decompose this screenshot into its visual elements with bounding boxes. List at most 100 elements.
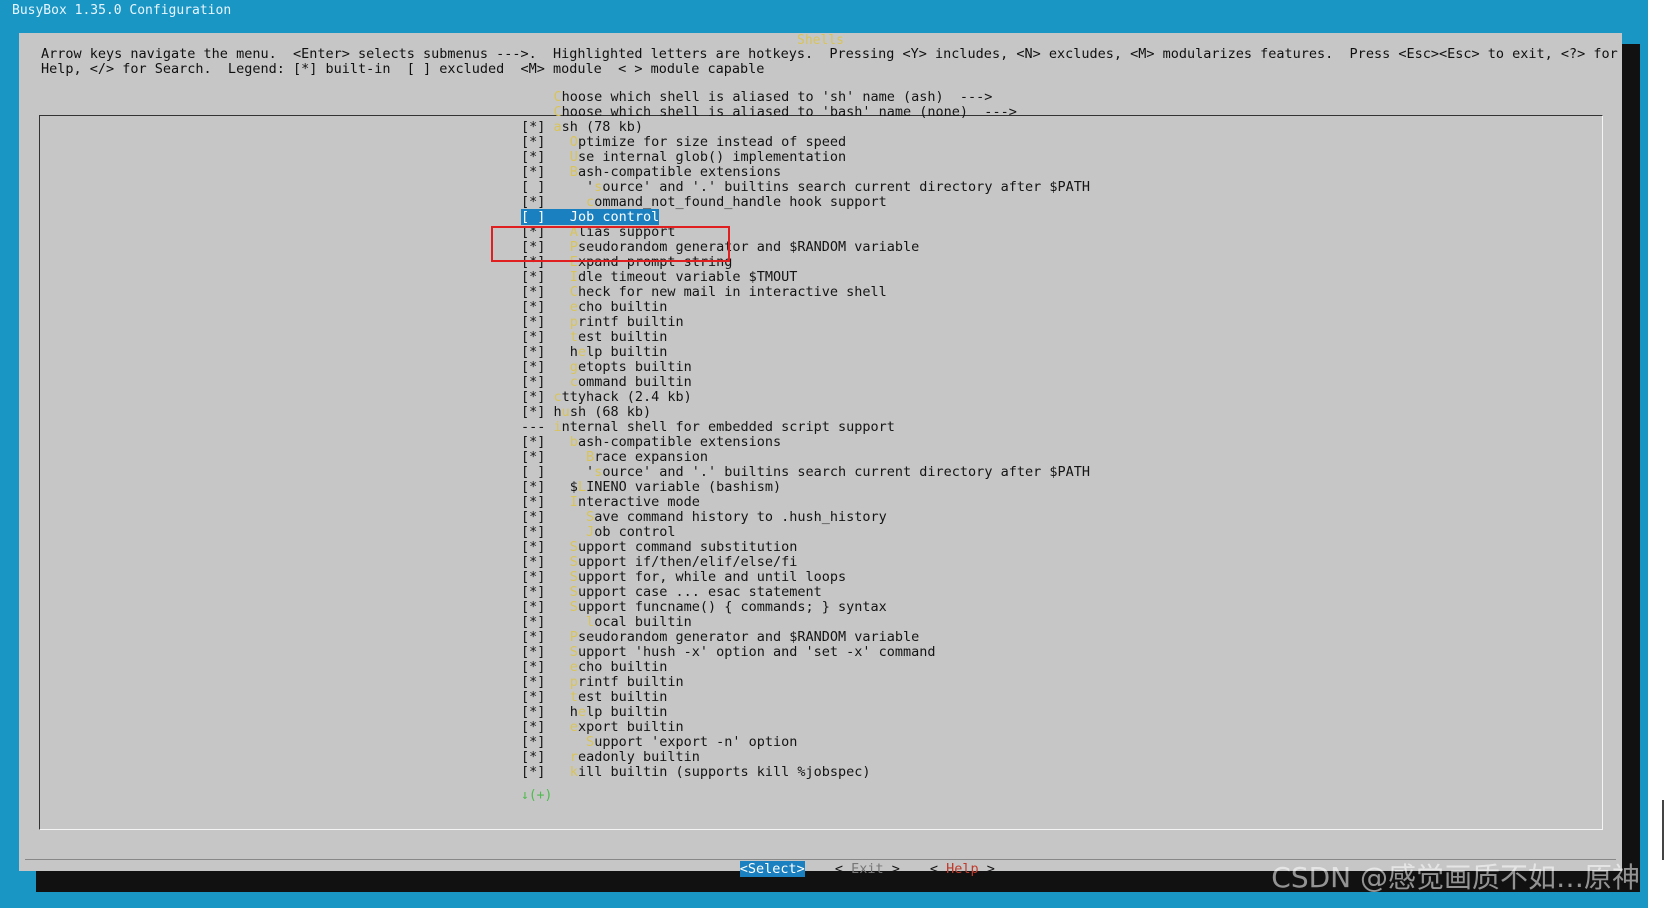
menu-item-hotkey: e (577, 344, 587, 360)
menu-item-hotkey: S (586, 734, 595, 750)
menu-item-indent (554, 524, 587, 540)
menu-item-cell: [*] Use internal glob() implementation (521, 149, 846, 165)
menu-item-mark: [*] (521, 569, 546, 585)
menu-item-indent (554, 509, 587, 525)
menu-item-label: sh (78 kb) (561, 119, 643, 135)
help-button[interactable]: < Help > (930, 861, 995, 877)
menu-item[interactable]: --- internal shell for embedded script s… (521, 420, 1090, 435)
menu-item[interactable]: [*] printf builtin (521, 675, 1090, 690)
menu-item-mark: [*] (521, 344, 546, 360)
menu-item[interactable]: [*] help builtin (521, 705, 1090, 720)
menu-item[interactable]: [*] Support if/then/elif/else/fi (521, 555, 1090, 570)
menu-item-indent (554, 584, 570, 600)
menu-item-label: ttyhack (2.4 kb) (561, 389, 692, 405)
menu-item[interactable]: [*] Optimize for size instead of speed (521, 135, 1090, 150)
menu-item[interactable]: [ ] 'source' and '.' builtins search cur… (521, 465, 1090, 480)
select-button[interactable]: <Select> (739, 861, 805, 877)
menu-item-hotkey: S (569, 539, 578, 555)
menu-item-cell: Choose which shell is aliased to 'bash' … (521, 104, 1017, 120)
menu-item[interactable]: [*] Idle timeout variable $TMOUT (521, 270, 1090, 285)
menu-item-indent (554, 719, 570, 735)
menu-item-label: ocal builtin (594, 614, 692, 630)
menu-item[interactable]: [*] Check for new mail in interactive sh… (521, 285, 1090, 300)
menu-item[interactable]: [*] Support funcname() { commands; } syn… (521, 600, 1090, 615)
menu-item[interactable]: [*] Bash-compatible extensions (521, 165, 1090, 180)
menu-item[interactable]: [*] help builtin (521, 345, 1090, 360)
menu-item-hotkey: O (569, 134, 578, 150)
menu-item-indent: h (553, 344, 578, 360)
menu-item-mark: [ ] (521, 464, 546, 480)
menu-item-indent (554, 644, 570, 660)
menu-item-hotkey: I (569, 269, 578, 285)
menu-item[interactable]: [*] kill builtin (supports kill %jobspec… (521, 765, 1090, 780)
menu-item[interactable]: Choose which shell is aliased to 'bash' … (521, 105, 1090, 120)
menu-item[interactable]: [*] Save command history to .hush_histor… (521, 510, 1090, 525)
menu-item[interactable]: [*] printf builtin (521, 315, 1090, 330)
menu-item-hotkey: a (553, 119, 562, 135)
menu-item-label: lp builtin (586, 344, 668, 360)
menu-item[interactable]: [*] Brace expansion (521, 450, 1090, 465)
menu-item[interactable]: [*] bash-compatible extensions (521, 435, 1090, 450)
menu-item-hotkey: B (569, 164, 578, 180)
menu-item-mark (521, 104, 545, 120)
menu-item-label: ommand builtin (577, 374, 692, 390)
menu-item[interactable]: [*] Support 'hush -x' option and 'set -x… (521, 645, 1090, 660)
menu-item[interactable]: [*] test builtin (521, 690, 1090, 705)
menu-item-label: est builtin (577, 329, 668, 345)
menu-item-label: heck for new mail in interactive shell (577, 284, 887, 300)
menu-item-cell: [*] test builtin (521, 329, 667, 345)
menu-item[interactable]: [*] echo builtin (521, 300, 1090, 315)
exit-button[interactable]: < Exit > (835, 861, 900, 877)
menu-item[interactable]: [ ] 'source' and '.' builtins search cur… (521, 180, 1090, 195)
menu-item-label: INENO variable (bashism) (586, 479, 782, 495)
menu-item-label: ill builtin (supports kill %jobspec) (577, 764, 871, 780)
menu-item-mark: [*] (521, 329, 546, 345)
menu-item[interactable]: [*] cttyhack (2.4 kb) (521, 390, 1090, 405)
menu-item[interactable]: [*] hush (68 kb) (521, 405, 1090, 420)
menu-item-indent (554, 659, 570, 675)
menu-item-cell: [*] help builtin (521, 704, 667, 720)
menu-item-mark: [*] (521, 659, 546, 675)
menu-item-mark: [*] (521, 614, 546, 630)
menu-item[interactable]: [*] command builtin (521, 375, 1090, 390)
menu-item[interactable]: [*] command_not_found_handle hook suppor… (521, 195, 1090, 210)
menu-item-mark: [*] (521, 674, 546, 690)
menu-item-mark: [*] (521, 434, 546, 450)
menu-item[interactable]: [*] readonly builtin (521, 750, 1090, 765)
menu-item[interactable]: [*] Support command substitution (521, 540, 1090, 555)
menu-item[interactable]: Choose which shell is aliased to 'sh' na… (521, 90, 1090, 105)
menu-item-mark: [ ] (521, 179, 546, 195)
menu-item-indent (554, 314, 570, 330)
menu-item[interactable]: [*] getopts builtin (521, 360, 1090, 375)
menu-item[interactable]: [*] export builtin (521, 720, 1090, 735)
menu-item-cell: [ ] Job control (521, 209, 660, 225)
page-scrollbar[interactable] (1648, 0, 1671, 908)
menu-item-indent: h (553, 404, 562, 420)
menu-item[interactable]: [*] local builtin (521, 615, 1090, 630)
menu-item-hotkey: r (569, 749, 578, 765)
menu-item[interactable]: [*] Job control (521, 525, 1090, 540)
menu-item[interactable]: [*] $LINENO variable (bashism) (521, 480, 1090, 495)
menu-item-hotkey: J (586, 524, 595, 540)
menu-item[interactable]: [*] Pseudorandom generator and $RANDOM v… (521, 630, 1090, 645)
menu-item-hotkey: S (569, 644, 578, 660)
menu-item-indent: ' (553, 464, 595, 480)
menu-item-indent: $ (553, 479, 578, 495)
menu-item-cell: [*] local builtin (521, 614, 692, 630)
menu-item-label: rintf builtin (577, 314, 684, 330)
menu-item[interactable]: [ ] Job control (521, 209, 1090, 225)
scrollbar-thumb[interactable] (1662, 800, 1664, 860)
menu-item[interactable]: [*] Support case ... esac statement (521, 585, 1090, 600)
menu-item[interactable]: [*] Interactive mode (521, 495, 1090, 510)
menu-item[interactable]: [*] test builtin (521, 330, 1090, 345)
menu-item[interactable]: [*] ash (78 kb) (521, 120, 1090, 135)
menu-item-label: ash-compatible extensions (577, 164, 782, 180)
menu-item-mark (521, 89, 545, 105)
menu-item[interactable]: [*] Use internal glob() implementation (521, 150, 1090, 165)
menu-item[interactable]: [*] Support for, while and until loops (521, 570, 1090, 585)
menu-item[interactable]: [*] echo builtin (521, 660, 1090, 675)
menu-item[interactable]: [*] Support 'export -n' option (521, 735, 1090, 750)
menu-item-mark: [*] (521, 374, 546, 390)
menu-item-hotkey: B (586, 449, 595, 465)
menu-item-hotkey: L (577, 479, 587, 495)
